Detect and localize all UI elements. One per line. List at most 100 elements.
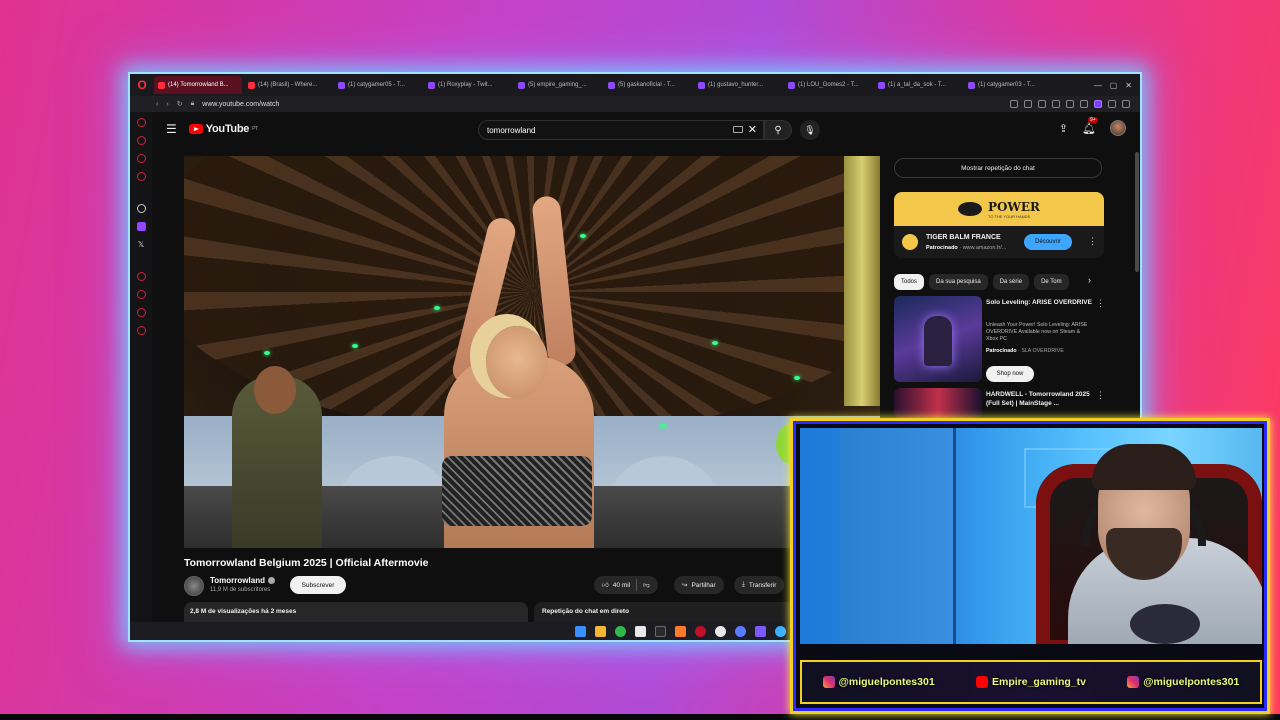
browser-tab[interactable]: (5) empire_gaming_... <box>514 76 602 94</box>
sidebar-box-icon[interactable] <box>136 308 146 317</box>
account-avatar[interactable] <box>1110 120 1126 136</box>
menu-icon[interactable] <box>1122 100 1130 108</box>
show-chat-replay-button[interactable]: Mostrar repetição do chat <box>894 158 1102 178</box>
obs-icon[interactable] <box>714 625 726 637</box>
paint-icon[interactable] <box>674 625 686 637</box>
filter-chip[interactable]: Da sua pesquisa <box>929 274 988 290</box>
camera-icon[interactable] <box>1038 100 1046 108</box>
filter-chips: Todos Da sua pesquisa Da série De Tom <box>894 274 1104 290</box>
page-scrollbar[interactable] <box>1135 152 1139 272</box>
browser-tab[interactable]: (1) catygamer05 - T... <box>334 76 422 94</box>
sidebar-player-icon[interactable] <box>136 172 146 181</box>
search-button[interactable]: ⚲ <box>764 120 792 140</box>
start-icon[interactable] <box>574 625 586 637</box>
logo-region: PT <box>252 126 258 132</box>
video-title: Tomorrowland Belgium 2025 | Official Aft… <box>184 557 429 569</box>
browser-tab[interactable]: (1) Roxyplay - Twit... <box>424 76 512 94</box>
create-upload-icon[interactable]: ⇪ <box>1059 122 1068 135</box>
browser-tab[interactable]: (1) gustavo_hunter... <box>694 76 782 94</box>
ad-banner[interactable]: POWER TO THE YOUR HANDS <box>894 192 1104 226</box>
recommendation-item[interactable]: HARDWELL - Tomorrowland 2025 (Full Set) … <box>894 388 1110 418</box>
recommendation-thumbnail[interactable] <box>894 296 982 382</box>
download-button[interactable]: ⤓ Transferir <box>734 576 785 594</box>
refresh-icon[interactable] <box>1066 100 1074 108</box>
download-icon[interactable] <box>1024 100 1032 108</box>
like-icon[interactable]: 👍︎ <box>602 581 609 589</box>
sidebar-aria-icon[interactable] <box>136 118 146 127</box>
description-box[interactable]: 2,8 M de visualizações há 2 meses <box>184 602 528 622</box>
sidebar-clock-icon[interactable] <box>136 272 146 281</box>
chips-next-icon[interactable]: › <box>1088 275 1091 285</box>
voice-search-button[interactable]: 🎙︎ <box>800 120 820 140</box>
heart-icon[interactable] <box>1052 100 1060 108</box>
recommendation-more-icon[interactable]: ⋮ <box>1096 390 1105 401</box>
webcam-door <box>840 428 956 644</box>
browser-tab[interactable]: (1) a_tal_da_sok - T... <box>874 76 962 94</box>
lock-icon: 🔒︎ <box>190 100 195 107</box>
sidebar-warning-icon[interactable] <box>136 136 146 145</box>
shop-now-button[interactable]: Shop now <box>986 366 1034 382</box>
close-icon[interactable]: ✕ <box>1125 81 1132 90</box>
forward-icon[interactable]: › <box>166 101 168 108</box>
notepad-icon[interactable] <box>634 625 646 637</box>
recommendation-title[interactable]: HARDWELL - Tomorrowland 2025 (Full Set) … <box>986 390 1092 408</box>
channel-name[interactable]: Tomorrowland <box>210 576 275 585</box>
tab-favicon-icon <box>968 81 975 89</box>
maximize-icon[interactable]: ▢ <box>1110 81 1118 90</box>
url-field[interactable]: www.youtube.com/watch <box>202 101 279 108</box>
steam-icon[interactable] <box>774 625 786 637</box>
hamburger-menu-icon[interactable]: ☰ <box>166 122 177 136</box>
like-count[interactable]: 40 mil <box>613 582 630 589</box>
browser-tab[interactable]: (5) gaskanoficial - T... <box>604 76 692 94</box>
recommendation-thumbnail[interactable] <box>894 388 982 418</box>
youtube-logo[interactable]: YouTube PT <box>188 123 258 135</box>
sidebar-clover-icon[interactable] <box>136 204 146 213</box>
discord-icon[interactable] <box>754 625 766 637</box>
video-player[interactable] <box>184 156 880 548</box>
xbox-icon[interactable] <box>614 625 626 637</box>
back-icon[interactable]: ‹ <box>156 101 158 108</box>
file-explorer-icon[interactable] <box>594 625 606 637</box>
advertiser-name[interactable]: TIGER BALM FRANCE <box>926 234 1001 241</box>
filter-chip[interactable]: Da série <box>992 274 1030 290</box>
twitch-extension-icon[interactable] <box>1094 100 1102 108</box>
ad-cta-button[interactable]: Découvrir <box>1024 234 1072 250</box>
opera-taskbar-icon[interactable] <box>694 625 706 637</box>
wallet-icon[interactable] <box>1108 100 1116 108</box>
filter-chip[interactable]: De Tom <box>1034 274 1069 290</box>
youtube-icon <box>976 676 988 688</box>
dislike-icon[interactable]: 👎︎ <box>643 581 650 589</box>
browser-tab[interactable]: (14) Tomorrowland B... <box>154 76 242 94</box>
search-input[interactable]: tomorrowland ✕ <box>478 120 764 140</box>
sidebar-twitch-icon[interactable] <box>136 222 146 231</box>
browser-tab[interactable]: (14) (Brasil) - Where... <box>244 76 332 94</box>
tab-favicon-icon <box>698 81 705 89</box>
shield-icon[interactable] <box>1080 100 1088 108</box>
subscribe-button[interactable]: Subscrever <box>290 576 346 594</box>
notifications-bell-icon[interactable]: 🔔︎ 9+ <box>1082 116 1098 135</box>
terminal-icon[interactable] <box>654 625 666 637</box>
sidebar-x-icon[interactable]: 𝕏 <box>137 240 146 249</box>
clear-search-icon[interactable]: ✕ <box>748 123 757 136</box>
logo-text: YouTube <box>205 123 250 135</box>
share-button[interactable]: ↪ Partilhar <box>674 576 724 594</box>
recommendation-item[interactable]: Solo Leveling: ARISE OVERDRIVE Unleash Y… <box>894 296 1110 386</box>
youtube-play-icon <box>188 124 203 134</box>
sidebar-heart-icon[interactable] <box>136 154 146 163</box>
keyboard-icon[interactable] <box>733 126 743 133</box>
channel-avatar[interactable] <box>184 576 204 596</box>
filter-chip[interactable]: Todos <box>894 274 925 290</box>
browser-tab[interactable]: (1) LOU_Gomes2 - T... <box>784 76 872 94</box>
recommendation-more-icon[interactable]: ⋮ <box>1096 298 1105 309</box>
tab-favicon-icon <box>878 81 885 89</box>
sidebar-settings-icon[interactable] <box>136 326 146 335</box>
recommendation-title[interactable]: Solo Leveling: ARISE OVERDRIVE <box>986 298 1092 307</box>
ad-more-icon[interactable]: ⋮ <box>1088 236 1097 247</box>
minimize-icon[interactable]: — <box>1094 81 1102 90</box>
reload-icon[interactable]: ↻ <box>177 100 183 108</box>
opera-logo-icon[interactable]: O <box>130 74 154 96</box>
bookmark-icon[interactable] <box>1010 100 1018 108</box>
browser-tab[interactable]: (1) catygamer03 - T... <box>964 76 1052 94</box>
app-icon[interactable] <box>734 625 746 637</box>
sidebar-history-icon[interactable] <box>136 290 146 299</box>
